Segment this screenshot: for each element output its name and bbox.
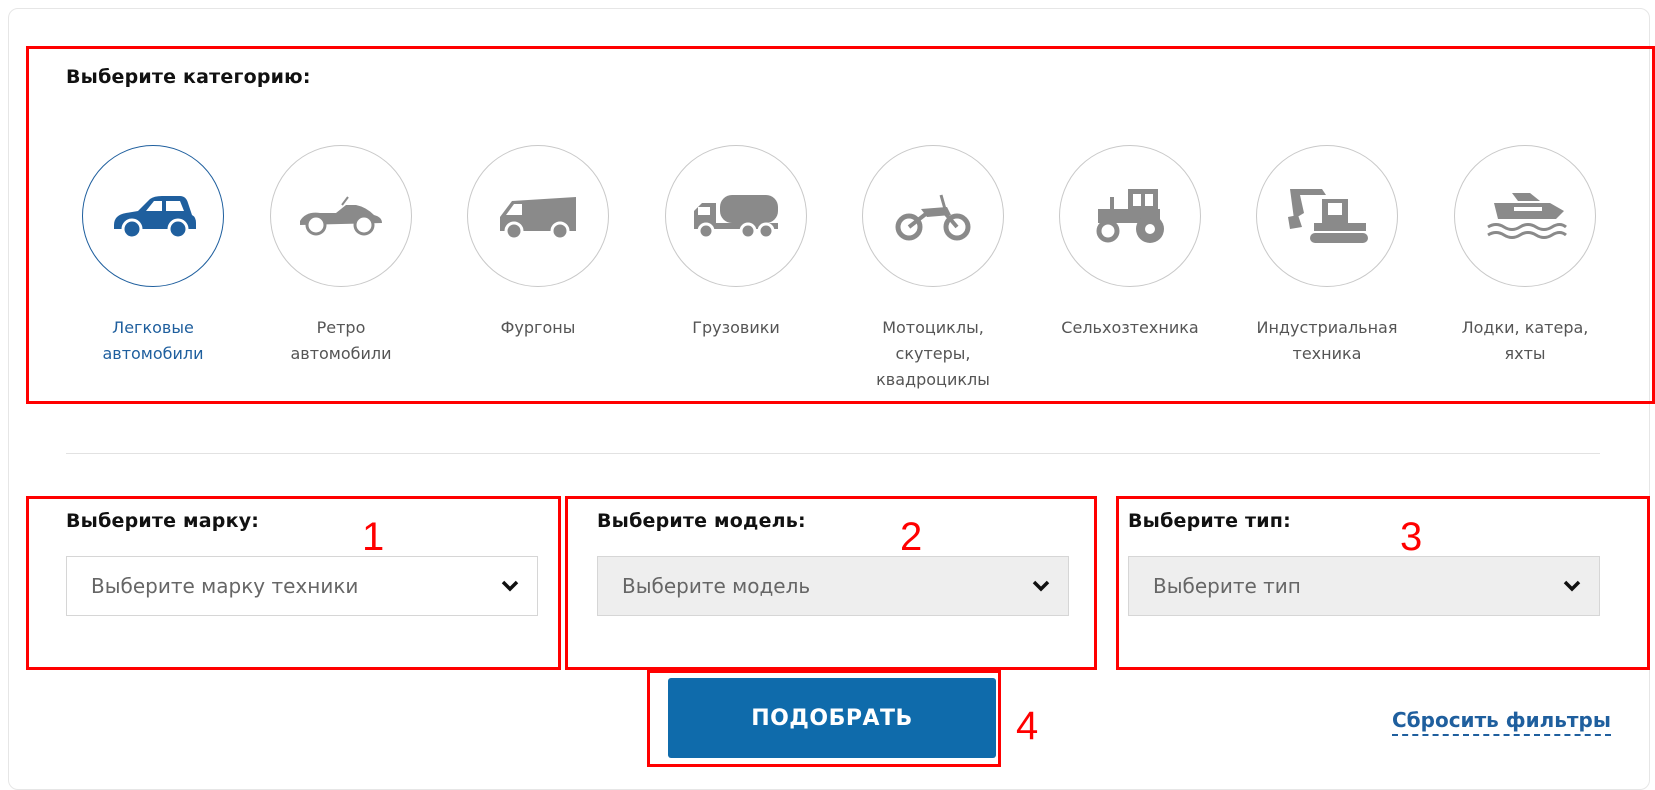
annotation-number: 4 xyxy=(1016,704,1039,748)
annotation-number: 2 xyxy=(900,515,923,559)
annotation-box-brand xyxy=(26,496,561,670)
annotation-number: 3 xyxy=(1400,515,1423,559)
annotation-box-model xyxy=(565,496,1097,670)
divider xyxy=(66,453,1600,454)
reset-filters-link[interactable]: Сбросить фильтры xyxy=(1392,708,1611,736)
annotation-number: 1 xyxy=(362,515,385,559)
annotation-box-submit xyxy=(647,670,1001,767)
annotation-box-type xyxy=(1116,496,1650,670)
annotation-box-categories xyxy=(26,46,1655,404)
